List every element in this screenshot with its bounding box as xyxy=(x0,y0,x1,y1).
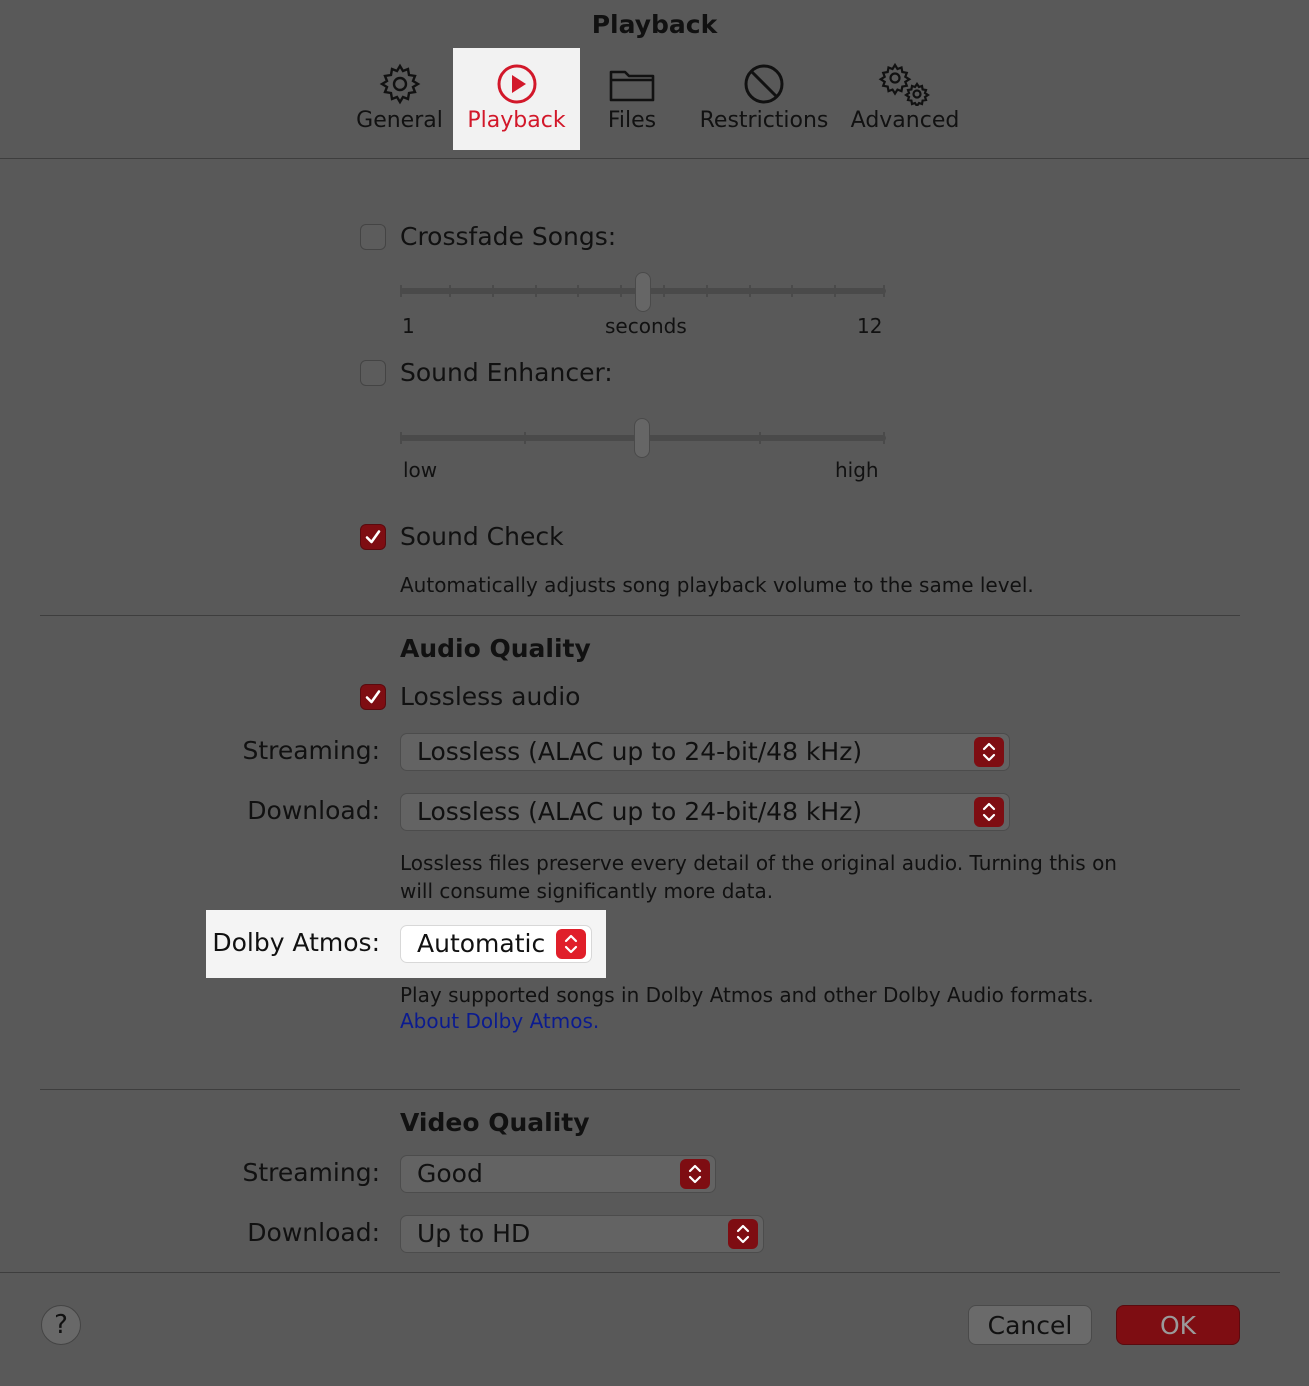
tab-advanced[interactable]: Advanced xyxy=(848,48,962,150)
audio-streaming-popup[interactable]: Lossless (ALAC up to 24-bit/48 kHz) xyxy=(400,733,1010,771)
sound-enhancer-label: Sound Enhancer: xyxy=(400,358,613,387)
video-streaming-popup[interactable]: Good xyxy=(400,1155,716,1193)
tab-label: General xyxy=(356,108,443,133)
dolby-atmos-label: Dolby Atmos: xyxy=(212,928,380,957)
about-dolby-atmos-link[interactable]: About Dolby Atmos. xyxy=(400,1009,599,1033)
audio-quality-heading: Audio Quality xyxy=(400,634,591,663)
lossless-audio-label: Lossless audio xyxy=(400,682,581,711)
crossfade-checkbox[interactable] xyxy=(360,224,386,250)
sound-check-label: Sound Check xyxy=(400,522,564,551)
crossfade-slider-knob[interactable] xyxy=(635,272,651,312)
tab-label: Advanced xyxy=(850,108,960,133)
video-download-popup[interactable]: Up to HD xyxy=(400,1215,764,1253)
tab-general[interactable]: General xyxy=(352,48,447,150)
tab-playback[interactable]: Playback xyxy=(453,48,580,150)
dolby-atmos-popup[interactable]: Automatic xyxy=(400,925,592,963)
video-quality-heading: Video Quality xyxy=(400,1108,590,1137)
section-divider xyxy=(40,615,1240,616)
sound-check-description: Automatically adjusts song playback volu… xyxy=(400,573,1034,597)
audio-download-label: Download: xyxy=(247,796,380,825)
popup-value: Lossless (ALAC up to 24-bit/48 kHz) xyxy=(417,797,863,826)
window-title: Playback xyxy=(591,10,718,39)
sound-check-checkbox[interactable] xyxy=(360,524,386,550)
crossfade-min-label: 1 xyxy=(402,314,415,338)
dolby-atmos-description: Play supported songs in Dolby Atmos and … xyxy=(400,983,1094,1007)
crossfade-slider[interactable] xyxy=(400,272,886,314)
video-download-label: Download: xyxy=(247,1218,380,1247)
gear-icon xyxy=(378,62,422,106)
sound-enhancer-checkbox[interactable] xyxy=(360,360,386,386)
prohibited-icon xyxy=(742,62,786,106)
sound-enhancer-slider[interactable] xyxy=(400,418,886,460)
crossfade-max-label: 12 xyxy=(857,314,883,338)
checkmark-icon xyxy=(365,530,381,544)
popup-value: Automatic xyxy=(417,929,546,958)
chevron-updown-icon xyxy=(556,929,586,959)
video-streaming-label: Streaming: xyxy=(242,1158,380,1187)
cancel-button[interactable]: Cancel xyxy=(968,1305,1092,1345)
popup-value: Lossless (ALAC up to 24-bit/48 kHz) xyxy=(417,737,863,766)
tab-label: Files xyxy=(607,108,657,133)
tab-restrictions[interactable]: Restrictions xyxy=(696,48,832,150)
help-button[interactable]: ? xyxy=(41,1305,81,1345)
lossless-note-line2: will consume significantly more data. xyxy=(400,879,774,903)
audio-download-popup[interactable]: Lossless (ALAC up to 24-bit/48 kHz) xyxy=(400,793,1010,831)
sound-enhancer-slider-knob[interactable] xyxy=(634,418,650,458)
play-circle-icon xyxy=(495,62,539,106)
gears-icon xyxy=(877,62,933,106)
sound-enhancer-min-label: low xyxy=(403,458,438,482)
folder-icon xyxy=(608,62,656,106)
crossfade-label: Crossfade Songs: xyxy=(400,222,617,251)
audio-streaming-label: Streaming: xyxy=(242,736,380,765)
lossless-note-line1: Lossless files preserve every detail of … xyxy=(400,851,1117,875)
chevron-updown-icon xyxy=(974,737,1004,767)
tab-label: Restrictions xyxy=(699,108,829,133)
section-divider xyxy=(40,1089,1240,1090)
toolbar-divider xyxy=(0,158,1309,159)
ok-button[interactable]: OK xyxy=(1116,1305,1240,1345)
popup-value: Good xyxy=(417,1159,483,1188)
sound-enhancer-max-label: high xyxy=(835,458,879,482)
chevron-updown-icon xyxy=(680,1159,710,1189)
chevron-updown-icon xyxy=(728,1219,758,1249)
checkmark-icon xyxy=(365,690,381,704)
crossfade-unit-label: seconds xyxy=(605,314,687,338)
lossless-audio-checkbox[interactable] xyxy=(360,684,386,710)
chevron-updown-icon xyxy=(974,797,1004,827)
tab-label: Playback xyxy=(467,108,566,133)
popup-value: Up to HD xyxy=(417,1219,531,1248)
tab-files[interactable]: Files xyxy=(590,48,674,150)
footer-divider xyxy=(0,1272,1280,1273)
